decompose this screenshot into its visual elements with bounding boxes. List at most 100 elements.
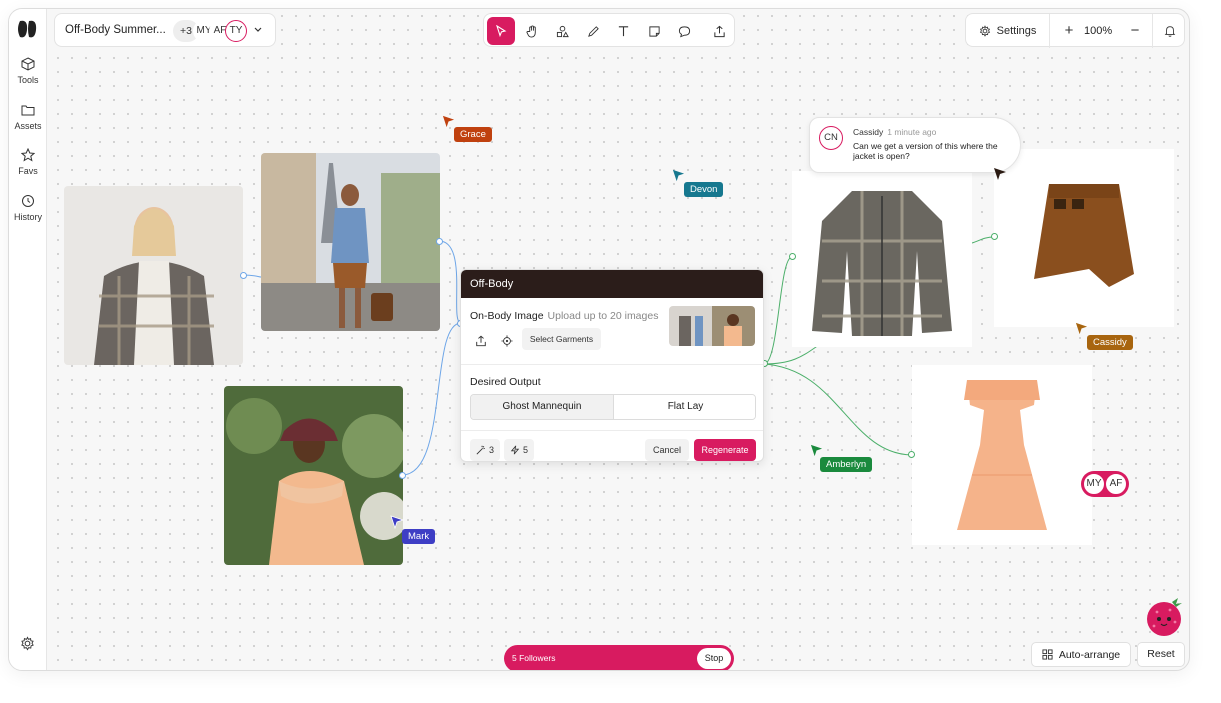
- zoom-in-button[interactable]: +: [1058, 14, 1080, 48]
- onbody-hint: Upload up to 20 images: [547, 310, 659, 322]
- followers-bar: 5 Followers Stop: [504, 645, 734, 670]
- stop-following-button[interactable]: Stop: [697, 648, 731, 669]
- history-icon: [22, 195, 34, 207]
- text-icon: [618, 25, 628, 36]
- cancel-button[interactable]: Cancel: [645, 439, 689, 461]
- auto-arrange-button[interactable]: Auto-arrange: [1031, 642, 1131, 667]
- avatar[interactable]: MY: [1083, 473, 1105, 495]
- connector-node[interactable]: [399, 472, 406, 479]
- sidebar-item-assets[interactable]: Assets: [9, 103, 47, 131]
- grid-icon: [1042, 649, 1053, 660]
- connector-node[interactable]: [908, 451, 915, 458]
- view-controls: Settings + 100% −: [965, 13, 1186, 48]
- onbody-thumbnails[interactable]: [669, 306, 755, 346]
- panel-title: Off-Body: [461, 270, 763, 298]
- select-icon: [496, 25, 507, 37]
- connector-node[interactable]: [436, 238, 443, 245]
- connector-node[interactable]: [240, 272, 247, 279]
- target-icon: [501, 335, 513, 347]
- divider: [461, 430, 763, 431]
- cursor-arrow-icon: [442, 115, 455, 128]
- comment-text: Can we get a version of this where the j…: [853, 141, 998, 161]
- variations-chip[interactable]: 3: [470, 439, 501, 461]
- cursor-arrow-icon: [994, 168, 1006, 180]
- magic-wand-icon: [476, 445, 485, 455]
- option-ghost-mannequin[interactable]: Ghost Mannequin: [471, 395, 614, 419]
- document-title[interactable]: Off-Body Summer...: [65, 24, 166, 36]
- cursor-arrow-icon: [810, 444, 823, 457]
- left-sidebar: Tools Assets Favs History: [9, 9, 47, 670]
- select-garments-button[interactable]: Select Garments: [522, 328, 601, 350]
- credits-chip[interactable]: 5: [504, 439, 535, 461]
- upload-button[interactable]: [470, 331, 492, 351]
- zoom-level: 100%: [1084, 25, 1113, 37]
- cube-icon: [21, 57, 35, 71]
- cursor-label-cassidy: Cassidy: [1087, 335, 1133, 350]
- jacket-product-card[interactable]: [792, 171, 972, 347]
- thumbnail-images: [669, 306, 755, 346]
- settings-button[interactable]: Settings: [966, 14, 1050, 48]
- jacket-model-image[interactable]: [64, 186, 243, 365]
- bell-icon: [1164, 26, 1175, 37]
- comment-bubble[interactable]: CN Cassidy 1 minute ago Can we get a vers…: [809, 117, 1021, 173]
- note-tool-button[interactable]: [640, 17, 668, 45]
- sidebar-item-history[interactable]: History: [9, 194, 47, 222]
- sidebar-item-label: History: [13, 212, 42, 222]
- dress-product-card[interactable]: [912, 365, 1092, 545]
- reset-button[interactable]: Reset: [1137, 642, 1185, 667]
- share-tool-button[interactable]: [705, 17, 733, 45]
- target-button[interactable]: [496, 331, 518, 351]
- chevron-down-icon[interactable]: [253, 26, 263, 34]
- cursor-label-devon: Devon: [684, 182, 724, 197]
- mascot-icon[interactable]: [1142, 594, 1186, 638]
- avatar: CN: [819, 126, 843, 150]
- off-body-panel[interactable]: Off-Body On-Body Image Upload up to 20 im…: [460, 269, 764, 462]
- credits-count: 5: [523, 445, 529, 455]
- collaborator-avatars[interactable]: MY AF: [1081, 471, 1129, 497]
- cursor-arrow-icon: [390, 515, 404, 529]
- pencil-tool-button[interactable]: [579, 17, 607, 45]
- shapes-tool-button[interactable]: [548, 17, 576, 45]
- select-tool-button[interactable]: [487, 17, 515, 45]
- main-toolbar: [483, 13, 735, 47]
- comment-author: Cassidy: [853, 127, 884, 137]
- avatar[interactable]: TY: [225, 20, 247, 42]
- sidebar-settings[interactable]: [20, 636, 35, 656]
- connector-node[interactable]: [789, 253, 796, 260]
- regenerate-button[interactable]: Regenerate: [694, 439, 756, 461]
- followers-count: 5 Followers: [512, 653, 556, 663]
- option-flat-lay[interactable]: Flat Lay: [614, 395, 755, 419]
- shapes-icon: [556, 25, 569, 37]
- comment-meta: Cassidy 1 minute ago: [853, 127, 936, 137]
- hand-icon: [525, 24, 536, 38]
- output-segmented-control: Ghost Mannequin Flat Lay: [470, 394, 756, 420]
- variations-count: 3: [489, 445, 495, 455]
- zoom-out-button[interactable]: −: [1124, 14, 1146, 48]
- avatar[interactable]: AF: [1105, 473, 1127, 495]
- cursor-label-grace: Grace: [454, 127, 492, 142]
- folder-icon: [21, 105, 35, 116]
- sidebar-item-favs[interactable]: Favs: [9, 148, 47, 176]
- share-icon: [713, 25, 725, 37]
- divider: [461, 364, 763, 365]
- comment-icon: [678, 25, 690, 37]
- pencil-icon: [587, 25, 599, 37]
- text-tool-button[interactable]: [609, 17, 637, 45]
- comment-tool-button[interactable]: [670, 17, 698, 45]
- notifications-button[interactable]: [1152, 14, 1186, 48]
- note-icon: [648, 25, 660, 37]
- cursor-arrow-icon: [672, 169, 685, 182]
- skirt-product-card[interactable]: [994, 149, 1174, 327]
- canvas[interactable]: Tools Assets Favs History Off-Body Summe…: [8, 8, 1190, 671]
- connector-node[interactable]: [991, 233, 998, 240]
- cursor-arrow-icon: [1075, 322, 1088, 335]
- sidebar-item-label: Tools: [17, 75, 39, 85]
- document-header[interactable]: Off-Body Summer... +3 MY AF TY: [54, 13, 276, 47]
- paris-model-image[interactable]: [261, 153, 440, 331]
- gear-icon: [979, 25, 990, 37]
- onbody-label-row: On-Body Image Upload up to 20 images: [470, 310, 658, 322]
- settings-label: Settings: [996, 25, 1037, 37]
- garden-model-image[interactable]: [224, 386, 403, 565]
- hand-tool-button[interactable]: [518, 17, 546, 45]
- sidebar-item-tools[interactable]: Tools: [9, 57, 47, 85]
